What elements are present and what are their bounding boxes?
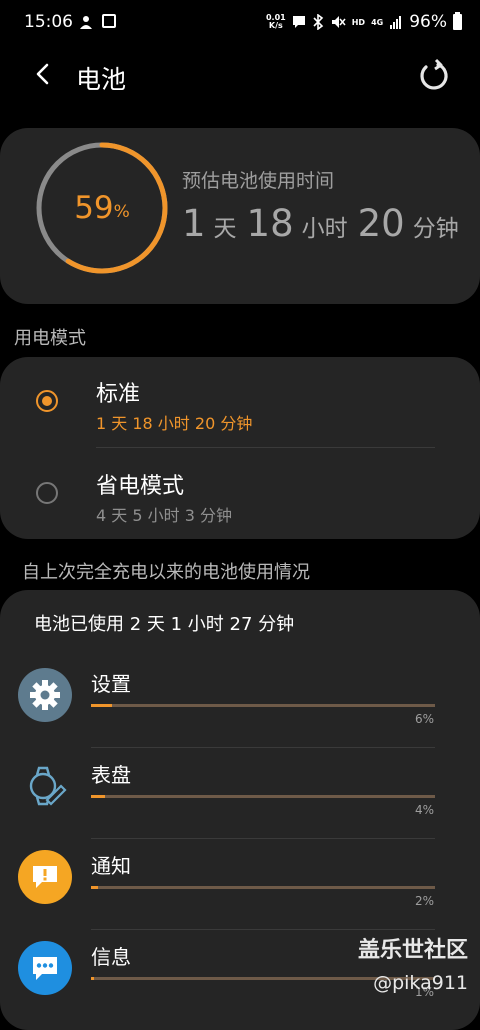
gallery-icon — [102, 14, 116, 28]
watch-face-icon — [18, 759, 72, 813]
watermark: 盖乐世社区 @pika911 — [358, 932, 468, 994]
refresh-button[interactable] — [416, 58, 452, 94]
app-name-messages: 信息 — [91, 945, 131, 969]
app-name-notifications: 通知 — [91, 854, 131, 878]
status-bar: 15:06 0.01 K/s HD 4G 96% — [0, 0, 480, 46]
usage-section-label: 自上次完全充电以来的电池使用情况 — [22, 562, 310, 583]
estimate-minutes-unit: 分钟 — [412, 216, 459, 242]
app-row-settings[interactable]: 设置 6% — [0, 662, 480, 750]
divider — [91, 747, 435, 748]
app-bar: 电池 — [0, 46, 480, 106]
status-right-icons: 0.01 K/s HD 4G 96% — [266, 12, 462, 32]
watermark-line1: 盖乐世社区 — [357, 938, 468, 963]
usage-bar-settings — [91, 704, 435, 707]
divider — [91, 929, 435, 930]
app-name-settings: 设置 — [91, 672, 131, 696]
mode-estimate-standard: 1 天 18 小时 20 分钟 — [96, 414, 253, 433]
power-mode-section-label: 用电模式 — [14, 328, 86, 349]
divider — [91, 838, 435, 839]
estimate-label: 预估电池使用时间 — [182, 170, 335, 192]
divider — [96, 447, 435, 448]
hd-label: HD — [351, 17, 366, 27]
usage-bar-notifications — [91, 886, 435, 889]
estimate-hours: 18 — [246, 202, 294, 245]
mode-estimate-power-saving: 4 天 5 小时 3 分钟 — [96, 506, 232, 525]
chat-icon — [292, 16, 305, 28]
app-row-notifications[interactable]: 通知 2% — [0, 844, 480, 932]
mode-title-power-saving: 省电模式 — [96, 474, 185, 499]
usage-bar-watch-face — [91, 795, 435, 798]
battery-summary-card: 59 % 预估电池使用时间 1 天 18 小时 20 分钟 — [0, 128, 480, 304]
mute-icon — [331, 16, 346, 28]
status-left-icons — [78, 14, 116, 30]
app-name-watch-face: 表盘 — [91, 763, 131, 787]
estimate-days: 1 — [182, 202, 206, 245]
notification-icon — [80, 16, 92, 29]
net-speed: 0.01 K/s — [265, 13, 286, 30]
app-percent-notifications: 2% — [414, 894, 434, 908]
signal-icon — [390, 16, 402, 29]
estimate-hours-unit: 小时 — [301, 216, 348, 242]
battery-level-number: 59 — [74, 190, 114, 226]
alert-icon — [18, 850, 72, 904]
status-time: 15:06 — [24, 12, 73, 32]
battery-icon — [453, 12, 462, 30]
back-button[interactable] — [30, 58, 58, 90]
watermark-line2: @pika911 — [373, 972, 468, 994]
app-percent-settings: 6% — [414, 712, 434, 726]
lte-label: 4G — [371, 17, 384, 27]
message-icon — [18, 941, 72, 995]
page-title: 电池 — [76, 65, 127, 94]
battery-percent: 96% — [409, 12, 447, 32]
usage-total: 电池已使用 2 天 1 小时 27 分钟 — [34, 614, 295, 635]
mode-title-standard: 标准 — [96, 382, 141, 407]
estimate-days-unit: 天 — [213, 216, 237, 242]
app-row-watch-face[interactable]: 表盘 4% — [0, 753, 480, 841]
estimate-time: 1 天 18 小时 20 分钟 — [182, 202, 469, 245]
bluetooth-icon — [313, 14, 323, 30]
gear-icon — [18, 668, 72, 722]
radio-power-saving[interactable] — [36, 482, 58, 504]
app-percent-watch-face: 4% — [414, 803, 434, 817]
radio-standard[interactable] — [36, 390, 58, 412]
power-mode-card: 标准 1 天 18 小时 20 分钟 省电模式 4 天 5 小时 3 分钟 — [0, 357, 480, 539]
battery-level-unit: % — [113, 202, 130, 222]
estimate-minutes: 20 — [357, 202, 405, 245]
battery-level-label: 59 % — [34, 140, 170, 276]
